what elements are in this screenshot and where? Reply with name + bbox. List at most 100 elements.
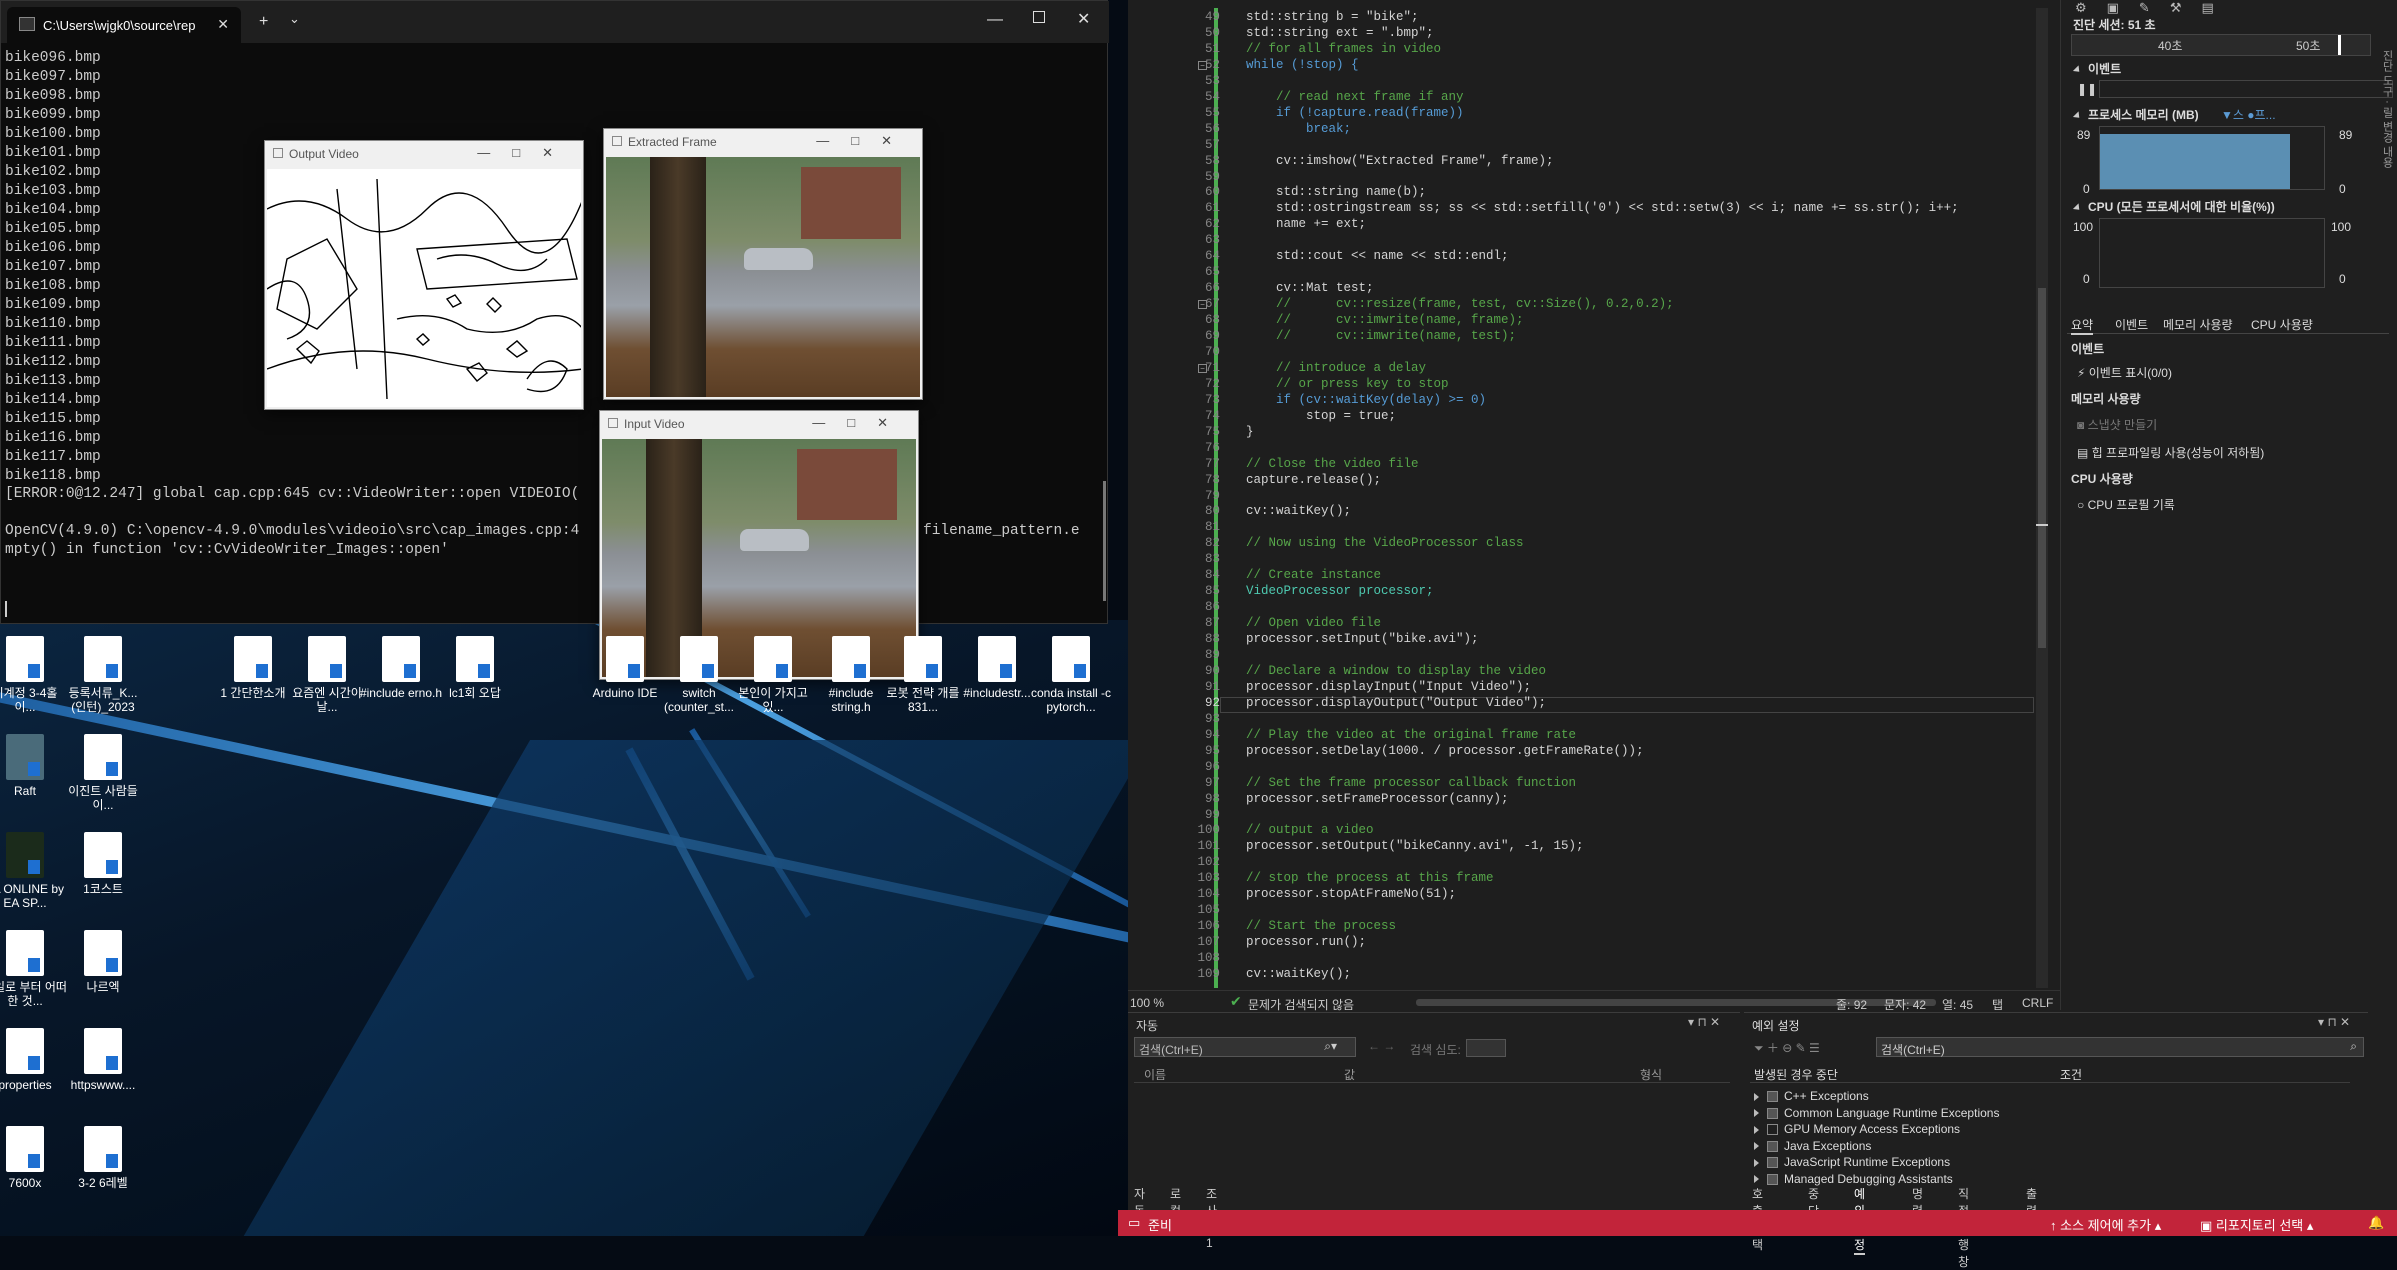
desktop-icon[interactable]: FA ONLINE by EA SP... — [0, 832, 68, 910]
eol-mode[interactable]: CRLF — [2022, 996, 2053, 1010]
diag-tab[interactable]: 이벤트 — [2115, 316, 2148, 333]
snapshot-button[interactable]: ◙ 스냅샷 만들기 — [2077, 416, 2157, 433]
cpu-record-button[interactable]: ○ CPU 프로필 기록 — [2077, 496, 2175, 513]
code-line[interactable]: } — [1246, 425, 1254, 439]
code-line[interactable]: // Close the video file — [1246, 457, 1419, 471]
repo-button[interactable]: ▣ 리포지토리 선택 ▴ — [2200, 1215, 2313, 1234]
exception-search-input[interactable]: 검색(Ctrl+E) ⌕ — [1876, 1037, 2364, 1057]
exception-row[interactable]: C++ Exceptions — [1750, 1089, 1869, 1103]
expand-icon[interactable] — [1754, 1175, 1759, 1184]
close-tab-icon[interactable]: ✕ — [217, 16, 229, 33]
desktop-icon[interactable]: 이계정 3-4홀 이... — [0, 636, 68, 714]
autos-search-input[interactable]: 검색(Ctrl+E) ⌕▾ — [1134, 1037, 1356, 1057]
col-name[interactable]: 이름 — [1144, 1066, 1166, 1083]
diag-tab[interactable]: 메모리 사용량 — [2163, 316, 2233, 333]
filter-icons[interactable]: ⏷ ＋ ⊖ ✎ ☰ — [1754, 1039, 1820, 1056]
fold-toggle-icon[interactable]: − — [1198, 60, 1207, 70]
desktop-icon[interactable]: Raft — [0, 734, 68, 798]
maximize-icon[interactable] — [1033, 11, 1045, 23]
code-line[interactable]: std::string name(b); — [1246, 185, 1426, 199]
code-line[interactable]: // for all frames in video — [1246, 42, 1441, 56]
terminal-tab[interactable]: C:\Users\wjgk0\source\rep ✕ — [7, 7, 241, 43]
desktop-icon[interactable]: 본인이 가지고있... — [730, 636, 816, 714]
desktop-icon[interactable]: 등록서류_K... (인턴)_2023 — [60, 636, 146, 714]
zoom-level[interactable]: 100 % — [1130, 996, 1164, 1010]
code-line[interactable]: processor.displayOutput("Output Video"); — [1246, 696, 1546, 710]
code-line[interactable]: cv::waitKey(); — [1246, 504, 1351, 518]
code-line[interactable]: processor.displayInput("Input Video"); — [1246, 680, 1531, 694]
code-line[interactable]: processor.setOutput("bikeCanny.avi", -1,… — [1246, 839, 1584, 853]
desktop-icon[interactable]: conda install -c pytorch... — [1028, 636, 1114, 714]
code-line[interactable]: // Play the video at the original frame … — [1246, 728, 1576, 742]
extracted-frame-window[interactable]: Extracted Frame —□✕ — [603, 128, 923, 400]
cpu-header[interactable]: CPU (모든 프로세서에 대한 비율(%)) — [2071, 198, 2275, 215]
code-line[interactable]: processor.setDelay(1000. / processor.get… — [1246, 744, 1644, 758]
code-line[interactable]: processor.setInput("bike.avi"); — [1246, 632, 1479, 646]
heap-profile-button[interactable]: ▤ 힙 프로파일링 사용(성능이 저하됨) — [2077, 444, 2264, 461]
col-break[interactable]: 발생된 경우 중단 — [1754, 1066, 1838, 1083]
terminal-scrollbar[interactable] — [1103, 481, 1106, 601]
timeline-bar[interactable]: 40초 50초 — [2071, 34, 2371, 56]
close-window-icon[interactable]: ✕ — [1077, 9, 1090, 29]
back-forward-icons[interactable]: ← → — [1368, 1039, 1395, 1053]
code-line[interactable]: // introduce a delay — [1246, 361, 1426, 375]
desktop-icon[interactable]: 나르엑 — [60, 930, 146, 994]
exception-checkbox[interactable] — [1767, 1124, 1778, 1136]
code-line[interactable]: cv::imshow("Extracted Frame", frame); — [1246, 154, 1554, 168]
code-line[interactable]: VideoProcessor processor; — [1246, 584, 1434, 598]
output-video-window[interactable]: Output Video —□✕ — [264, 140, 584, 410]
desktop-icon[interactable]: 7600x — [0, 1126, 68, 1190]
minimize-icon[interactable]: — — [987, 11, 1003, 29]
exception-row[interactable]: GPU Memory Access Exceptions — [1750, 1122, 1960, 1136]
tab-mode[interactable]: 탭 — [1992, 996, 2003, 1013]
code-line[interactable]: // cv::imwrite(name, frame); — [1246, 313, 1524, 327]
exception-checkbox[interactable] — [1767, 1091, 1778, 1103]
code-line[interactable]: // cv::resize(frame, test, cv::Size(), 0… — [1246, 297, 1674, 311]
scroll-thumb[interactable] — [2038, 288, 2046, 648]
exception-row[interactable]: Java Exceptions — [1750, 1139, 1871, 1153]
code-line[interactable]: processor.setFrameProcessor(canny); — [1246, 792, 1509, 806]
code-line[interactable]: if (!capture.read(frame)) — [1246, 106, 1464, 120]
side-tabs[interactable]: 진단 도구 · 릴 변경 내용 — [2379, 50, 2395, 168]
exception-row[interactable]: Common Language Runtime Exceptions — [1750, 1106, 1999, 1120]
col-condition[interactable]: 조건 — [2060, 1066, 2082, 1083]
code-line[interactable]: while (!stop) { — [1246, 58, 1359, 72]
expand-icon[interactable] — [1754, 1158, 1759, 1167]
expand-icon[interactable] — [1754, 1125, 1759, 1134]
col-value[interactable]: 값 — [1344, 1066, 1355, 1083]
code-line[interactable]: std::cout << name << std::endl; — [1246, 249, 1509, 263]
desktop-icon[interactable]: 1코스트 — [60, 832, 146, 896]
window-controls-icon[interactable]: —□✕ — [816, 133, 914, 149]
code-line[interactable]: std::ostringstream ss; ss << std::setfil… — [1246, 201, 1959, 215]
panel-controls-icon[interactable]: ▾ ⊓ ✕ — [1688, 1015, 1720, 1029]
notification-icon[interactable]: 🔔 — [2368, 1215, 2384, 1231]
panel-controls-icon[interactable]: ▾ ⊓ ✕ — [2318, 1015, 2350, 1029]
desktop-icon[interactable]: 이진트 사람들이... — [60, 734, 146, 812]
new-tab-icon[interactable]: + — [259, 13, 268, 31]
code-line[interactable]: stop = true; — [1246, 409, 1396, 423]
search-icon[interactable]: ⌕▾ — [1324, 1039, 1337, 1054]
show-events-link[interactable]: ⚡ 이벤트 표시(0/0) — [2077, 364, 2172, 381]
expand-icon[interactable] — [1754, 1142, 1759, 1151]
code-line[interactable]: // Set the frame processor callback func… — [1246, 776, 1576, 790]
desktop-icon[interactable]: 파일로 부터 어떠한 것... — [0, 930, 68, 1008]
source-control-button[interactable]: ↑ 소스 제어에 추가 ▴ — [2050, 1215, 2161, 1234]
code-line[interactable]: if (cv::waitKey(delay) >= 0) — [1246, 393, 1486, 407]
desktop-icon[interactable]: lc1회 오답 — [432, 636, 518, 700]
code-line[interactable]: capture.release(); — [1246, 473, 1381, 487]
diag-tab[interactable]: 요약 — [2071, 316, 2094, 335]
code-line[interactable]: // Open video file — [1246, 616, 1381, 630]
exception-row[interactable]: Managed Debugging Assistants — [1750, 1172, 1953, 1186]
window-controls-icon[interactable]: —□✕ — [477, 145, 575, 161]
desktop-icon[interactable]: httpswww.... — [60, 1028, 146, 1092]
issues-status[interactable]: 문제가 검색되지 않음 — [1248, 996, 1354, 1013]
code-line[interactable]: // Now using the VideoProcessor class — [1246, 536, 1524, 550]
exception-row[interactable]: JavaScript Runtime Exceptions — [1750, 1155, 1950, 1169]
exception-checkbox[interactable] — [1767, 1140, 1778, 1152]
code-line[interactable]: break; — [1246, 122, 1351, 136]
search-depth-select[interactable] — [1466, 1039, 1506, 1057]
code-line[interactable]: // output a video — [1246, 823, 1374, 837]
code-line[interactable]: processor.stopAtFrameNo(51); — [1246, 887, 1456, 901]
window-controls-icon[interactable]: —□✕ — [812, 415, 910, 431]
code-line[interactable]: cv::waitKey(); — [1246, 967, 1351, 981]
